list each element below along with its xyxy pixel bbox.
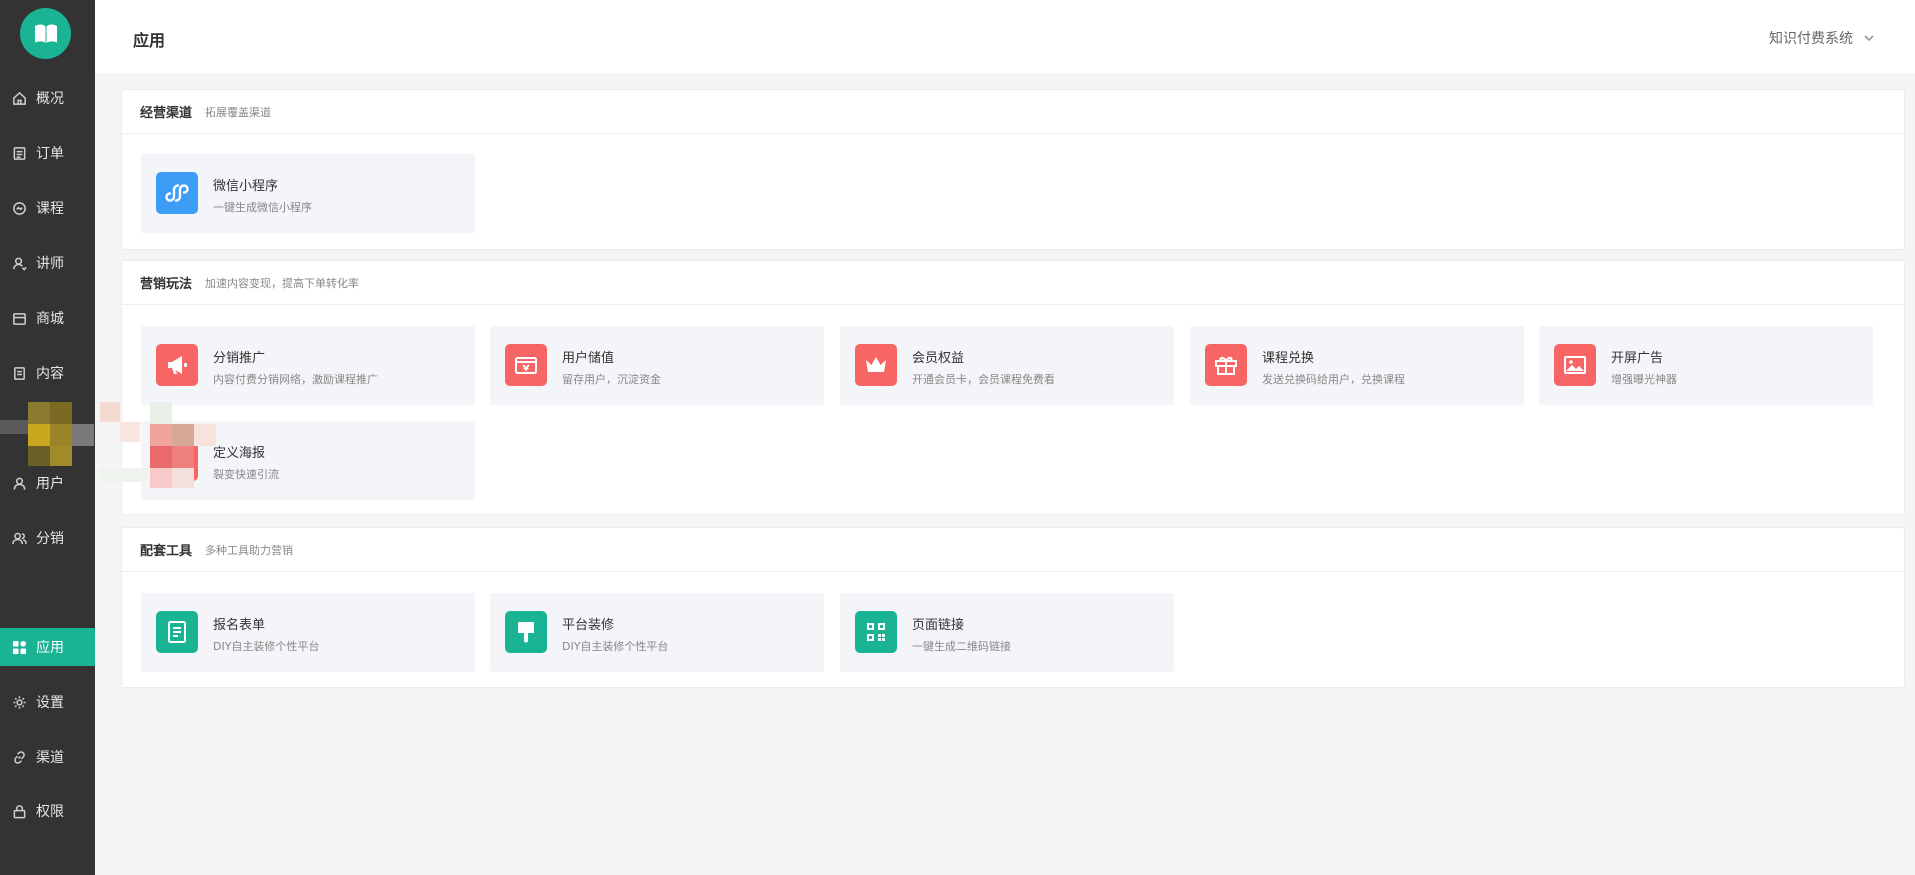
app-desc: 开通会员卡，会员课程免费看 [912,373,1055,386]
sidebar-item-permissions[interactable]: 权限 [0,792,95,830]
sidebar-item-label: 商城 [36,311,64,327]
sidebar-item-label: 分销 [36,531,64,547]
wallet-icon [505,344,547,386]
app-name: 用户储值 [562,351,615,366]
sidebar-item-orders[interactable]: 订单 [0,134,95,172]
page-title: 应用 [133,31,166,50]
app-name: 分销推广 [213,351,266,366]
app-tile-user-balance[interactable]: 用户储值 留存用户，沉淀资金 [490,326,824,405]
chevron-down-icon [1864,35,1874,42]
section-subtitle: 多种工具助力营销 [205,543,294,557]
app-name: 定义海报 [213,446,266,461]
app-tile-mini-program[interactable]: 微信小程序 一键生成微信小程序 [141,154,475,233]
app-desc: 增强曝光神器 [1611,373,1677,386]
app-desc: 内容付费分销网络，激励课程推广 [213,373,378,386]
section-header: 配套工具 多种工具助力营销 [122,528,1904,572]
gift-icon [1205,344,1247,386]
sidebar-item-channels[interactable]: 渠道 [0,738,95,776]
system-select-label: 知识付费系统 [1769,31,1853,47]
app-desc: 留存用户，沉淀资金 [562,373,661,386]
app-name: 微信小程序 [213,179,279,194]
sidebar-item-label: 权限 [36,804,64,820]
section-marketing: 营销玩法 加速内容变现，提高下单转化率 分销推广 内容付费分销网络，激励课程推广… [121,260,1905,515]
section-tools: 配套工具 多种工具助力营销 报名表单 DIY自主装修个性平台 平台装修 DIY自… [121,527,1905,688]
shop-icon [11,310,27,326]
app-tile-poster[interactable]: 定义海报 裂变快速引流 [141,421,475,500]
section-title: 经营渠道 [140,106,193,121]
section-header: 经营渠道 拓展覆盖渠道 [122,90,1904,134]
app-tile-course-redeem[interactable]: 课程兑换 发送兑换码给用户，兑换课程 [1190,326,1524,405]
sidebar-item-distribution[interactable]: 分销 [0,519,95,557]
sidebar-item-label: 应用 [36,640,64,656]
app-tile-splash-ad[interactable]: 开屏广告 增强曝光神器 [1539,326,1873,405]
course-icon [11,200,27,216]
sidebar-item-label: 用户 [36,476,64,492]
sidebar-item-apps[interactable]: 应用 [0,628,95,666]
sidebar-item-overview[interactable]: 概况 [0,79,95,117]
sidebar-item-label: 概况 [36,91,64,107]
app-name: 页面链接 [912,618,965,633]
sidebar-item-shop[interactable]: 商城 [0,299,95,337]
poster-icon [156,439,198,481]
logo[interactable] [20,8,71,59]
distribution-icon [11,530,27,546]
form-icon [156,611,198,653]
apps-icon [11,639,27,655]
section-title: 配套工具 [140,544,193,559]
app-tile-distribution[interactable]: 分销推广 内容付费分销网络，激励课程推广 [141,326,475,405]
app-name: 会员权益 [912,351,965,366]
app-name: 报名表单 [213,618,266,633]
sidebar-item-label: 订单 [36,146,64,162]
mini-program-icon [156,172,198,214]
gear-icon [11,694,27,710]
section-channel: 经营渠道 拓展覆盖渠道 微信小程序 一键生成微信小程序 [121,89,1905,250]
sidebar-item-label: 课程 [36,201,64,217]
sidebar-item-label: 内容 [36,366,64,382]
app-tile-signup-form[interactable]: 报名表单 DIY自主装修个性平台 [141,593,475,672]
sidebar-item-label: 设置 [36,695,64,711]
home-icon [11,90,27,106]
section-subtitle: 加速内容变现，提高下单转化率 [205,276,360,290]
app-tile-platform-decoration[interactable]: 平台装修 DIY自主装修个性平台 [490,593,824,672]
app-tile-membership[interactable]: 会员权益 开通会员卡，会员课程免费看 [840,326,1174,405]
content-icon [11,365,27,381]
book-icon [34,24,57,43]
sidebar-item-label: 渠道 [36,750,64,766]
top-bar: 应用 知识付费系统 [95,0,1915,73]
app-desc: DIY自主装修个性平台 [213,640,320,653]
crown-icon [855,344,897,386]
sidebar-item-content[interactable]: 内容 [0,354,95,392]
lock-icon [11,803,27,819]
brush-icon [505,611,547,653]
sidebar-item-settings[interactable]: 设置 [0,683,95,721]
qrcode-icon [855,611,897,653]
teacher-icon [11,255,27,271]
sidebar-item-courses[interactable]: 课程 [0,189,95,227]
link-icon [11,749,27,765]
system-select[interactable]: 知识付费系统 [1769,28,1875,48]
sidebar: 概况 订单 课程 讲师 商城 内容 用户 分销 应用 设置 渠道 权限 [0,0,95,875]
user-icon [11,475,27,491]
megaphone-icon [156,344,198,386]
app-desc: 发送兑换码给用户，兑换课程 [1262,373,1405,386]
image-icon [1554,344,1596,386]
app-desc: 裂变快速引流 [213,468,279,481]
sidebar-item-users[interactable]: 用户 [0,464,95,502]
app-name: 开屏广告 [1611,351,1664,366]
section-title: 营销玩法 [140,277,193,292]
app-tile-page-link[interactable]: 页面链接 一键生成二维码链接 [840,593,1174,672]
sidebar-item-label: 讲师 [36,256,64,272]
app-desc: 一键生成二维码链接 [912,640,1011,653]
app-desc: 一键生成微信小程序 [213,201,312,214]
sidebar-item-teachers[interactable]: 讲师 [0,244,95,282]
app-desc: DIY自主装修个性平台 [562,640,669,653]
app-name: 课程兑换 [1262,351,1315,366]
section-header: 营销玩法 加速内容变现，提高下单转化率 [122,261,1904,305]
order-icon [11,145,27,161]
section-subtitle: 拓展覆盖渠道 [205,105,272,119]
app-name: 平台装修 [562,618,615,633]
